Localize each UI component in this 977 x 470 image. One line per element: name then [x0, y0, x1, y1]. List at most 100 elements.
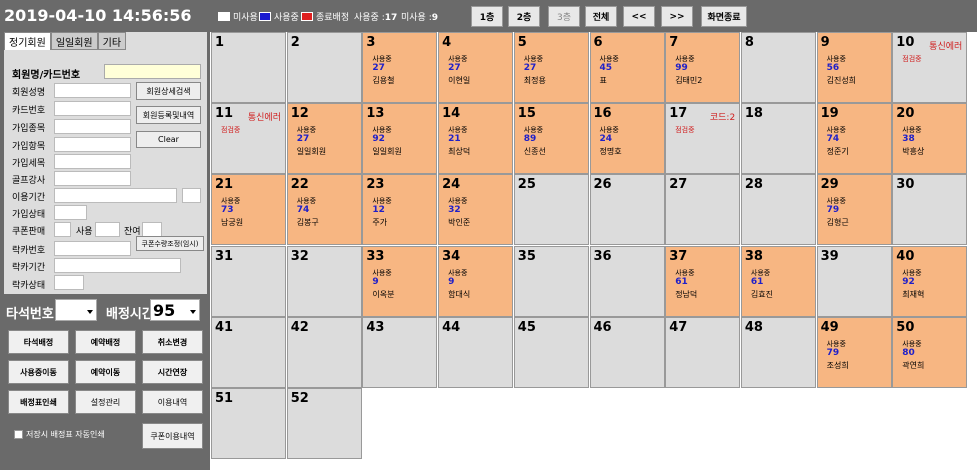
locker-no-field[interactable]	[54, 241, 131, 256]
seat-cell[interactable]: 1	[211, 32, 286, 103]
coupon-history-button[interactable]: 쿠폰이용내역	[142, 423, 203, 449]
seat-cell[interactable]: 36	[589, 245, 665, 317]
seat-cell[interactable]: 15 사용중 89 신종선	[513, 103, 589, 175]
member-history-button[interactable]: 회원등록및내역	[136, 106, 201, 124]
seat-cell[interactable]: 19 사용중 74 정준기	[816, 103, 892, 175]
seat-cell[interactable]: 21 사용중 73 남궁원	[211, 174, 286, 246]
move-reserve-button[interactable]: 예약이동	[75, 360, 136, 384]
seat-cell[interactable]: 25	[513, 174, 589, 246]
seat-cell[interactable]: 24 사용중 32 박인준	[438, 174, 514, 246]
seat-cell[interactable]: 49 사용중 79 조성희	[816, 316, 892, 388]
seat-number: 4	[442, 35, 452, 50]
coupon-used-field[interactable]	[95, 222, 120, 237]
item-field[interactable]	[54, 137, 131, 152]
all-floors-button[interactable]: 전체	[585, 6, 617, 27]
seat-cell[interactable]: 10 통신에러 점검중	[892, 32, 968, 103]
seat-cell[interactable]: 26	[589, 174, 665, 246]
seat-cell[interactable]: 20 사용중 38 박흥상	[892, 103, 968, 175]
coupon-adjust-button[interactable]: 쿠폰수량조정(임시)	[136, 236, 204, 251]
seat-cell[interactable]: 12 사용중 27 일일회원	[286, 103, 362, 175]
seat-cell[interactable]: 4 사용중 27 이현일	[438, 32, 514, 103]
seat-cell[interactable]: 18	[740, 103, 816, 175]
seat-no-select[interactable]	[55, 299, 97, 321]
extend-time-button[interactable]: 시간연장	[142, 360, 203, 384]
seat-cell[interactable]: 32	[286, 245, 362, 317]
seat-cell[interactable]: 42	[286, 316, 362, 388]
coupon-sold-field[interactable]	[54, 222, 71, 237]
seat-cell[interactable]: 43	[362, 316, 438, 388]
seat-cell[interactable]: 51	[211, 388, 286, 459]
seat-cell[interactable]: 9 사용중 56 김진성희	[816, 32, 892, 103]
floor-3-button[interactable]: 3층	[548, 6, 580, 27]
seat-number: 34	[442, 248, 461, 264]
seat-cell[interactable]: 17 코드:2 점검중	[665, 103, 741, 175]
seat-cell[interactable]: 13 사용중 92 일일회원	[362, 103, 438, 175]
seat-cell[interactable]: 22 사용중 74 김봉구	[286, 174, 362, 246]
period-field[interactable]	[54, 188, 177, 203]
card-no-field[interactable]	[54, 101, 131, 116]
seat-cell[interactable]: 6 사용중 45 표	[589, 32, 665, 103]
locker-period-field[interactable]	[54, 258, 181, 273]
move-inuse-button[interactable]: 사용중이동	[8, 360, 69, 384]
coupon-remain-field[interactable]	[142, 222, 162, 237]
clear-button[interactable]: Clear	[136, 131, 201, 148]
seat-cell[interactable]: 37 사용중 61 정남덕	[665, 245, 741, 317]
seat-cell[interactable]: 16 사용중 24 정명호	[589, 103, 665, 175]
cancel-change-button[interactable]: 취소변경	[142, 330, 203, 354]
seat-cell[interactable]: 38 사용중 61 김효진	[740, 245, 816, 317]
time-select[interactable]: 95	[150, 299, 200, 321]
tab-regular-member[interactable]: 정기회원	[4, 32, 51, 50]
locker-status-field[interactable]	[54, 275, 84, 290]
reserve-assign-button[interactable]: 예약배정	[75, 330, 136, 354]
seat-cell[interactable]: 3 사용중 27 김용철	[362, 32, 438, 103]
seat-cell[interactable]: 44	[438, 316, 514, 388]
seat-cell[interactable]: 41	[211, 316, 286, 388]
seat-cell[interactable]: 31	[211, 245, 286, 317]
seat-remaining-time: 79	[826, 347, 840, 358]
seat-cell[interactable]: 34 사용중 9 함대식	[438, 245, 514, 317]
seat-cell[interactable]: 27	[665, 174, 741, 246]
seat-cell[interactable]: 45	[513, 316, 589, 388]
assign-seat-button[interactable]: 타석배정	[8, 330, 69, 354]
seat-cell[interactable]: 8	[740, 32, 816, 103]
seat-cell[interactable]: 5 사용중 27 최정용	[513, 32, 589, 103]
print-assign-button[interactable]: 배정표인쇄	[8, 390, 69, 414]
period-extra-field[interactable]	[182, 188, 201, 203]
usage-history-button[interactable]: 이용내역	[142, 390, 203, 414]
seat-cell[interactable]: 29 사용중 79 김형근	[816, 174, 892, 246]
status-field[interactable]	[54, 205, 87, 220]
next-page-button[interactable]: >>	[661, 6, 693, 27]
seat-cell[interactable]: 46	[589, 316, 665, 388]
autoprint-checkbox[interactable]	[14, 430, 23, 439]
seat-cell[interactable]: 28	[740, 174, 816, 246]
seat-cell[interactable]: 50 사용중 80 곽연희	[892, 316, 968, 388]
seat-grid: 1 2 3 사용중 27 김용철 4 사용중 27 이현일 5 사용중 27 최정용 6 사용중 45 표 7 사용중…	[210, 32, 977, 470]
seat-cell[interactable]: 14 사용중 21 최상덕	[438, 103, 514, 175]
seat-cell[interactable]: 35	[513, 245, 589, 317]
seat-cell[interactable]: 39	[816, 245, 892, 317]
subitem-field[interactable]	[54, 154, 131, 169]
member-card-input[interactable]	[104, 64, 201, 79]
category-field[interactable]	[54, 119, 131, 134]
seat-cell[interactable]: 30	[892, 174, 968, 246]
seat-cell[interactable]: 47	[665, 316, 741, 388]
close-screen-button[interactable]: 화면종료	[701, 6, 747, 27]
floor-1-button[interactable]: 1층	[471, 6, 503, 27]
instructor-field[interactable]	[54, 171, 131, 186]
seat-cell[interactable]: 40 사용중 92 최재혁	[892, 245, 968, 317]
detail-search-button[interactable]: 회원상세검색	[136, 82, 201, 100]
seat-cell[interactable]: 33 사용중 9 이옥분	[362, 245, 438, 317]
top-bar: 2019-04-10 14:56:56 미사용 사용중 종료배정 사용중 :17…	[0, 0, 977, 32]
tab-other[interactable]: 기타	[97, 32, 127, 50]
seat-cell[interactable]: 48	[740, 316, 816, 388]
seat-cell[interactable]: 52	[286, 388, 362, 459]
name-field[interactable]	[54, 83, 131, 98]
prev-page-button[interactable]: <<	[623, 6, 655, 27]
seat-cell[interactable]: 23 사용중 12 주가	[362, 174, 438, 246]
tab-daily-member[interactable]: 일일회원	[50, 32, 98, 50]
settings-button[interactable]: 설정관리	[75, 390, 136, 414]
floor-2-button[interactable]: 2층	[508, 6, 540, 27]
seat-cell[interactable]: 2	[286, 32, 362, 103]
seat-cell[interactable]: 7 사용중 99 김태민2	[665, 32, 741, 103]
seat-cell[interactable]: 11 통신에러 점검중	[211, 103, 286, 175]
